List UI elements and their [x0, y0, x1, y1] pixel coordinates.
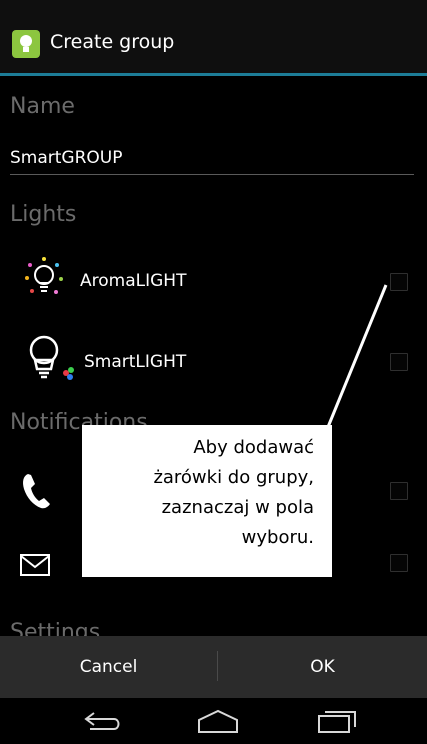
aromalight-checkbox[interactable] — [390, 273, 408, 291]
light-label: AromaLIGHT — [80, 271, 187, 291]
recents-icon[interactable] — [316, 707, 358, 735]
light-label: SmartLIGHT — [84, 352, 187, 372]
smart-bulb-icon — [29, 335, 74, 380]
phone-checkbox[interactable] — [390, 482, 408, 500]
name-input-underline — [10, 174, 414, 175]
page-title: Create group — [50, 31, 175, 53]
home-icon[interactable] — [196, 708, 240, 734]
system-nav-bar — [0, 698, 427, 744]
light-row-aromalight[interactable]: AromaLIGHT — [0, 252, 427, 312]
light-row-smartlight[interactable]: SmartLIGHT — [0, 328, 427, 392]
aroma-bulb-icon — [25, 257, 63, 294]
action-bar: Create group — [0, 0, 427, 76]
callout-line-4: wyboru. — [241, 527, 314, 548]
ok-button[interactable]: OK — [218, 636, 427, 698]
callout-line-1: Aby dodawać — [193, 437, 314, 458]
email-checkbox[interactable] — [390, 554, 408, 572]
instruction-callout: Aby dodawać żarówki do grupy, zaznaczaj … — [82, 425, 332, 577]
callout-line-3: zaznaczaj w pola — [161, 497, 314, 518]
group-name-input[interactable]: SmartGROUP — [10, 148, 122, 168]
section-header-name: Name — [10, 94, 75, 119]
envelope-icon — [20, 554, 50, 576]
callout-line-2: żarówki do grupy, — [153, 467, 314, 488]
app-bulb-icon — [12, 30, 40, 58]
section-header-lights: Lights — [10, 202, 77, 227]
cancel-button[interactable]: Cancel — [0, 636, 217, 698]
smartlight-checkbox[interactable] — [390, 353, 408, 371]
phone-icon — [23, 474, 50, 509]
back-icon[interactable] — [82, 710, 124, 732]
